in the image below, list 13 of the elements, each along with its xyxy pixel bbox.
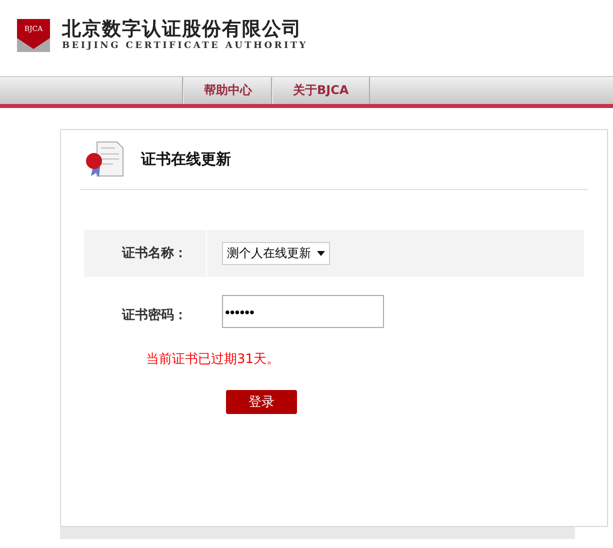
caret-icon <box>317 251 325 256</box>
login-button[interactable]: 登录 <box>226 390 297 414</box>
field-label: 证书名称： <box>84 230 207 277</box>
company-subtitle: BEIJING CERTIFICATE AUTHORITY <box>62 40 308 52</box>
certificate-icon <box>83 140 125 180</box>
nav-link[interactable]: 关于BJCA <box>272 77 370 104</box>
panel-title: 证书在线更新 <box>141 150 231 169</box>
error-message: 当前证书已过期31天。 <box>146 351 281 368</box>
company-name: 北京数字认证股份有限公司 <box>62 18 303 40</box>
certificate-select[interactable]: 测个人在线更新 <box>222 242 330 265</box>
field-label: 证书密码： <box>120 306 188 324</box>
nav-link[interactable]: 帮助中心 <box>183 77 272 104</box>
password-field[interactable]: •••••• <box>222 295 384 328</box>
